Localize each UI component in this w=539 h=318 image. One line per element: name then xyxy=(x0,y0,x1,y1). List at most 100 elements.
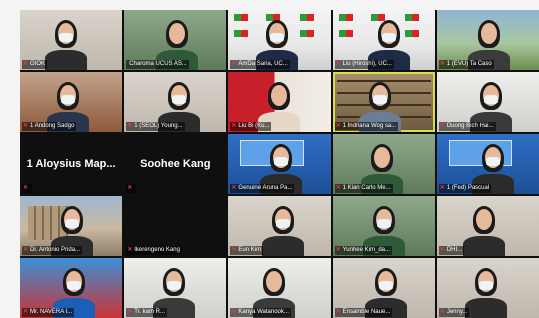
banner-logo xyxy=(234,14,249,21)
participant-name-text: Tr. kam R... xyxy=(134,309,165,315)
participant-tile[interactable]: ✕ Tr. kam R... xyxy=(124,258,227,318)
zoom-gallery-screenshot: ✕ GIOK Charoma UCUS AS... ✕ AmDa Saria, UC..… xyxy=(0,0,539,318)
participant-name-text: Mr. NAVERA I... xyxy=(30,309,73,315)
participant-name-label: ✕ xyxy=(126,184,137,193)
banner-logo xyxy=(300,14,315,21)
mic-muted-icon: ✕ xyxy=(439,61,445,67)
participant-tile[interactable]: ✕ Eun Kim xyxy=(228,196,331,256)
banner-logo xyxy=(338,30,353,37)
mic-muted-icon: ✕ xyxy=(335,185,341,191)
participant-name-label: ✕ 1 (SEOL) Young... xyxy=(126,122,185,131)
participant-display-name: 1 Aloysius Map... xyxy=(26,158,116,170)
participant-tile[interactable]: ✕ 1 Indriana Wog sa... xyxy=(332,72,435,132)
participant-name-text: 1 Kian Carlo Me... xyxy=(342,185,391,191)
participant-name-text: 1 (Fed) Pascual xyxy=(446,185,490,191)
participant-name-text: 1 (EVU) Ta Caso xyxy=(446,61,492,67)
participant-name-text: Kanya Watanook... xyxy=(238,309,289,315)
participant-tile[interactable]: 1 Aloysius Map... ✕ xyxy=(20,134,123,194)
participant-tile[interactable]: ✕ 1 (EVU) Ta Caso xyxy=(436,10,539,70)
participant-tile[interactable]: ✕ 1 Andong Sadgo xyxy=(20,72,123,132)
participant-name-label: ✕ Jenny... xyxy=(438,308,470,317)
participant-name-text: Charoma UCUS AS... xyxy=(129,61,187,67)
participant-tile[interactable]: ✕ DHI... xyxy=(436,196,539,256)
participant-name-label: ✕ 1 Indriana Wog sa... xyxy=(334,122,399,131)
participant-name-label: ✕ DHI... xyxy=(438,246,465,255)
mic-muted-icon: ✕ xyxy=(127,309,133,315)
participant-name-text: Ikerengeno Kang xyxy=(134,247,180,253)
participant-name-label: ✕ Kanya Watanook... xyxy=(230,308,291,317)
mic-muted-icon: ✕ xyxy=(23,61,29,67)
participant-tile[interactable]: ✕ GIOK xyxy=(20,10,123,70)
participant-name-label: ✕ GIOK xyxy=(22,60,48,69)
participant-tile[interactable]: ✕ Liu Bi (Ku... xyxy=(228,72,331,132)
participant-tile[interactable]: Soohee Kang ✕ xyxy=(124,134,227,194)
participant-name-label: ✕ Liu (Hiroshi), UC... xyxy=(334,60,394,69)
mic-muted-icon: ✕ xyxy=(335,123,341,129)
participant-tile[interactable]: ✕ Dr. Antonio Prida... xyxy=(20,196,123,256)
banner-logo xyxy=(338,14,353,21)
participant-name-label: ✕ AmDa Saria, UC... xyxy=(230,60,290,69)
mic-muted-icon: ✕ xyxy=(231,61,237,67)
mic-muted-icon: ✕ xyxy=(127,123,133,129)
participant-tile[interactable]: Charoma UCUS AS... xyxy=(124,10,227,70)
participant-tile[interactable]: ✕ Kanya Watanook... xyxy=(228,258,331,318)
participant-name-text: Eun Kim xyxy=(238,247,262,253)
participant-video xyxy=(463,258,509,318)
participant-name-label: ✕ Duong Bich Hai... xyxy=(438,122,496,131)
participant-name-label: ✕ Mr. NAVERA I... xyxy=(22,308,75,317)
participant-tile[interactable]: ✕ Liu (Hiroshi), UC... xyxy=(332,10,435,70)
participant-name-text: Ensamble Naue... xyxy=(342,309,391,315)
mic-muted-icon: ✕ xyxy=(439,185,445,191)
participant-tile[interactable]: ✕ Ikerengeno Kang xyxy=(124,196,227,256)
participant-name-label: ✕ Eun Kim xyxy=(230,246,264,255)
participant-name-label: Charoma UCUS AS... xyxy=(126,60,189,69)
participant-name-label: ✕ xyxy=(22,184,33,193)
mic-muted-icon: ✕ xyxy=(231,247,237,253)
mic-muted-icon: ✕ xyxy=(127,247,133,253)
participant-name-label: ✕ 1 Kian Carlo Me... xyxy=(334,184,393,193)
mic-muted-icon: ✕ xyxy=(231,185,237,191)
mic-muted-icon: ✕ xyxy=(127,185,133,191)
mic-muted-icon: ✕ xyxy=(23,247,29,253)
participant-video xyxy=(43,10,89,70)
participant-tile[interactable]: ✕ AmDa Saria, UC... xyxy=(228,10,331,70)
mic-muted-icon: ✕ xyxy=(231,309,237,315)
participant-name-label: ✕ Ikerengeno Kang xyxy=(126,246,182,255)
participant-name-text: Yunhee Kim_da... xyxy=(342,247,390,253)
participant-tile[interactable]: ✕ Yunhee Kim_da... xyxy=(332,196,435,256)
participant-name-label: ✕ 1 Andong Sadgo xyxy=(22,122,77,131)
participant-display-name: Soohee Kang xyxy=(140,158,211,170)
mic-muted-icon: ✕ xyxy=(23,123,29,129)
mic-muted-icon: ✕ xyxy=(439,247,445,253)
mic-muted-icon: ✕ xyxy=(439,309,445,315)
mic-muted-icon: ✕ xyxy=(335,309,341,315)
participant-name-text: GIOK xyxy=(30,61,46,67)
participant-tile[interactable]: ✕ Duong Bich Hai... xyxy=(436,72,539,132)
banner-logo xyxy=(300,30,315,37)
participant-tile[interactable]: ✕ Genuine Aruna Pa... xyxy=(228,134,331,194)
participant-name-label: ✕ Liu Bi (Ku... xyxy=(230,122,272,131)
participant-tile[interactable]: ✕ Jenny... xyxy=(436,258,539,318)
participant-name-text: AmDa Saria, UC... xyxy=(238,61,288,67)
participant-video xyxy=(260,196,306,256)
participant-tile[interactable]: ✕ 1 Kian Carlo Me... xyxy=(332,134,435,194)
participant-name-text: Duong Bich Hai... xyxy=(446,123,494,129)
participant-video xyxy=(461,196,507,256)
participant-tile[interactable]: ✕ Ensamble Naue... xyxy=(332,258,435,318)
participant-name-label: ✕ Dr. Antonio Prida... xyxy=(22,246,83,255)
participant-name-text: Dr. Antonio Prida... xyxy=(30,247,81,253)
mic-muted-icon: ✕ xyxy=(335,61,341,67)
mic-muted-icon: ✕ xyxy=(231,123,237,129)
mic-muted-icon: ✕ xyxy=(23,309,29,315)
participant-tile[interactable]: ✕ 1 (Fed) Pascual xyxy=(436,134,539,194)
participant-name-label: ✕ Genuine Aruna Pa... xyxy=(230,184,295,193)
participant-gallery: ✕ GIOK Charoma UCUS AS... ✕ AmDa Saria, UC..… xyxy=(20,10,539,318)
participant-name-text: DHI... xyxy=(446,247,463,253)
participant-tile[interactable]: ✕ Mr. NAVERA I... xyxy=(20,258,123,318)
participant-name-text: Jenny... xyxy=(446,309,468,315)
participant-name-text: 1 Andong Sadgo xyxy=(30,123,75,129)
participant-name-label: ✕ Tr. kam R... xyxy=(126,308,167,317)
participant-name-label: ✕ Ensamble Naue... xyxy=(334,308,393,317)
participant-tile[interactable]: ✕ 1 (SEOL) Young... xyxy=(124,72,227,132)
participant-name-text: 1 (SEOL) Young... xyxy=(134,123,183,129)
